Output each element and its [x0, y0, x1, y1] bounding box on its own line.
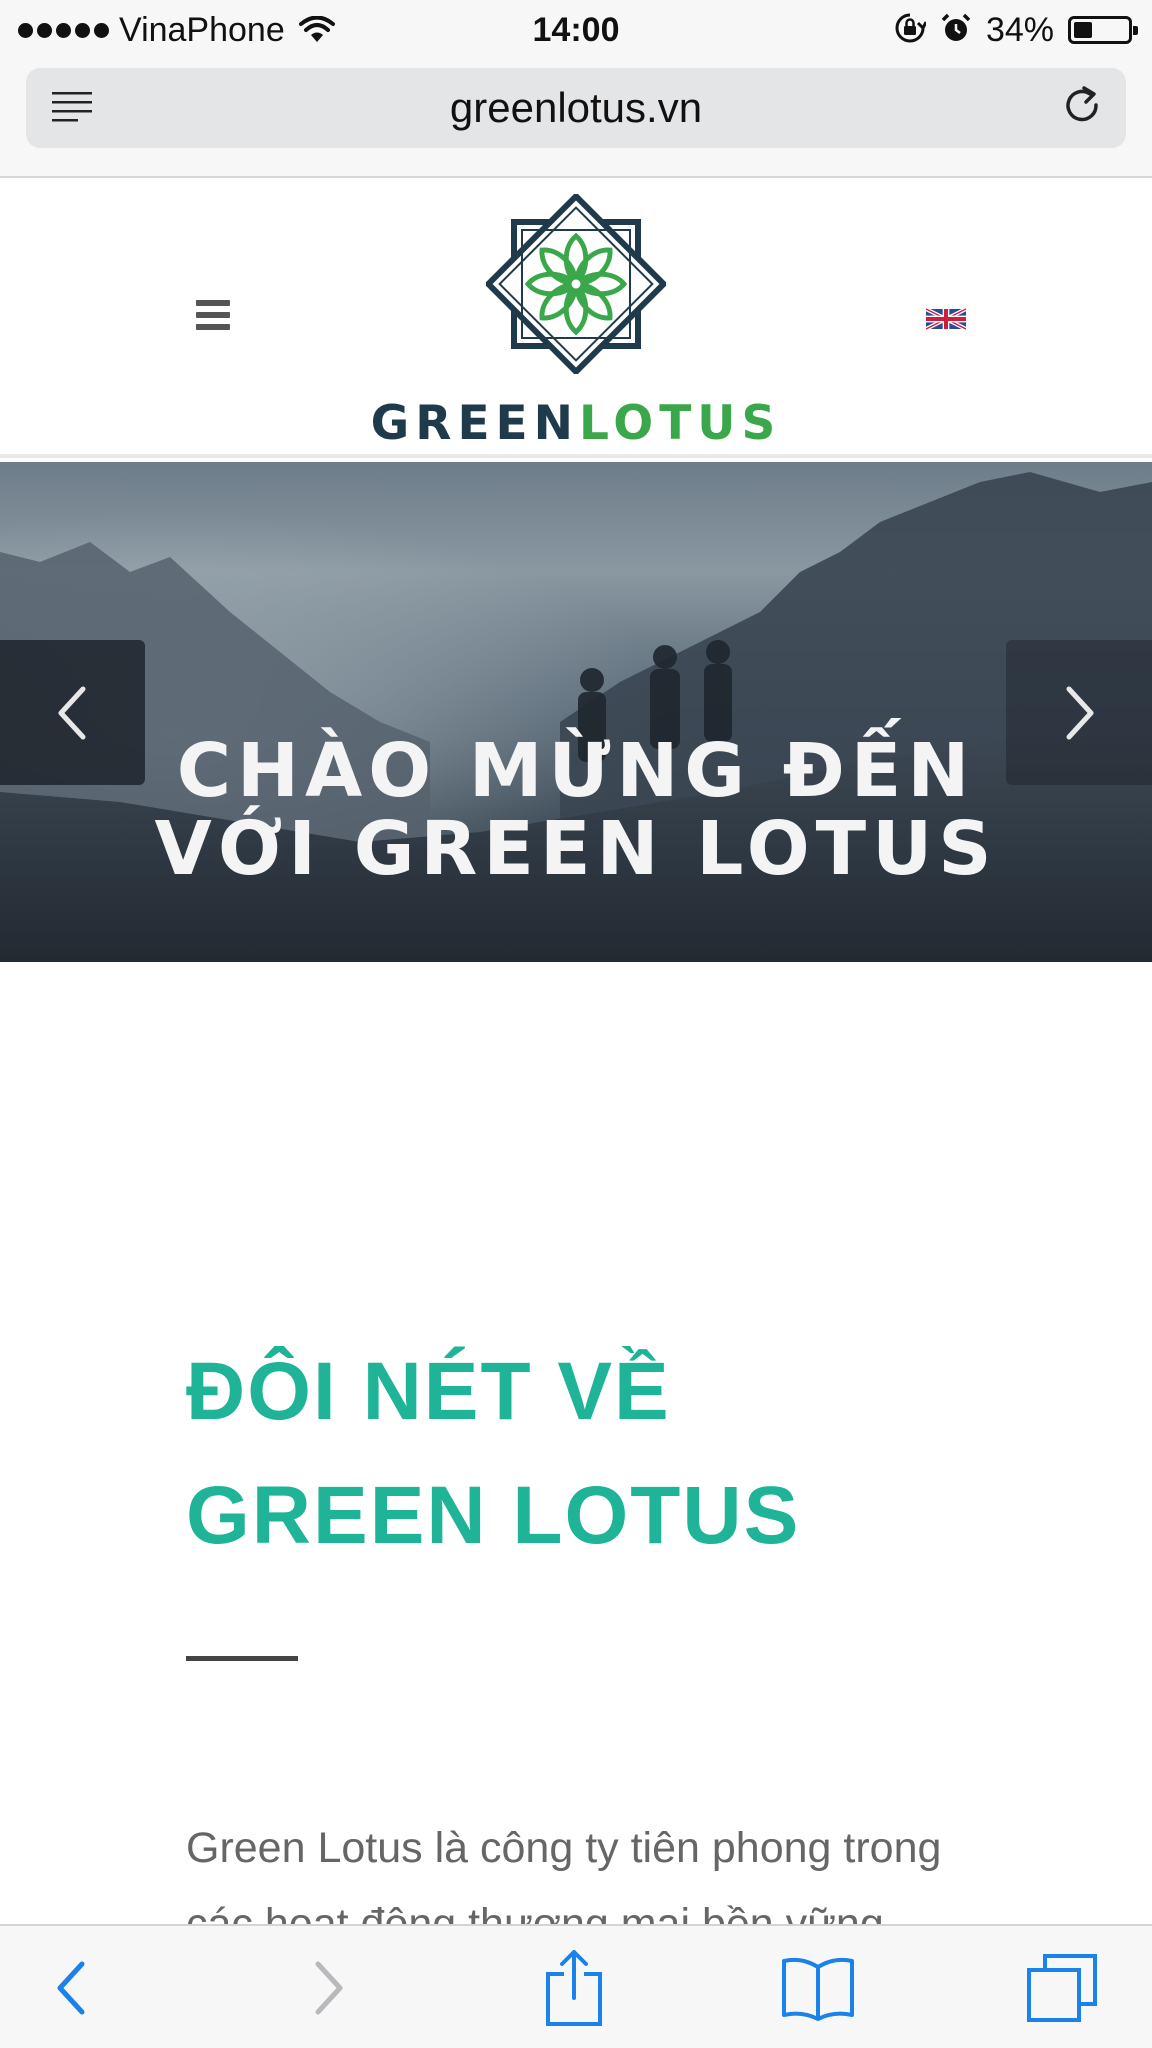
tabs-icon — [1027, 1954, 1097, 2022]
slider-next-button[interactable] — [1006, 640, 1152, 785]
browser-toolbar — [0, 1924, 1152, 2048]
forward-button[interactable] — [288, 1952, 368, 2024]
uk-flag-icon[interactable] — [926, 304, 966, 334]
browser-chrome-top: greenlotus.vn — [0, 60, 1152, 178]
status-bar: VinaPhone 14:00 34% — [0, 0, 1152, 60]
chevron-left-icon — [58, 686, 85, 739]
status-right: 34% — [894, 8, 1138, 52]
share-icon — [546, 1950, 602, 2026]
battery-percent: 34% — [985, 10, 1054, 49]
share-button[interactable] — [534, 1950, 614, 2026]
tabs-button[interactable] — [1022, 1952, 1102, 2024]
hero-slider: CHÀO MỪNG ĐẾN VỚI GREEN LOTUS — [0, 462, 1152, 962]
back-button[interactable] — [32, 1952, 112, 2024]
logo-wordmark[interactable]: GREENLOTUS — [0, 396, 1152, 451]
battery-icon — [1068, 16, 1138, 44]
lotus-logo-icon[interactable] — [486, 194, 666, 374]
about-heading-line-2: GREEN LOTUS — [186, 1470, 801, 1561]
hero-title: CHÀO MỪNG ĐẾN VỚI GREEN LOTUS — [154, 728, 998, 892]
site-header: GREENLOTUS — [0, 180, 1152, 458]
about-heading: ĐÔI NÉT VỀ GREEN LOTUS — [186, 1330, 1066, 1578]
back-icon — [57, 1961, 85, 2015]
address-bar[interactable]: greenlotus.vn — [26, 68, 1126, 148]
bookmarks-button[interactable] — [778, 1952, 858, 2024]
logo-word-lotus: LOTUS — [579, 396, 782, 451]
orientation-lock-icon — [894, 12, 928, 49]
about-heading-line-1: ĐÔI NÉT VỀ — [186, 1346, 671, 1437]
slider-prev-button[interactable] — [0, 640, 145, 785]
alarm-icon — [940, 12, 972, 49]
menu-icon[interactable] — [196, 300, 230, 330]
chevron-right-icon — [1066, 686, 1094, 739]
forward-icon — [315, 1961, 343, 2015]
url-text[interactable]: greenlotus.vn — [26, 68, 1126, 148]
reload-icon[interactable] — [1060, 84, 1106, 130]
section-divider — [186, 1656, 298, 1661]
logo-word-green: GREEN — [370, 396, 579, 451]
bookmarks-icon — [782, 1957, 854, 2021]
